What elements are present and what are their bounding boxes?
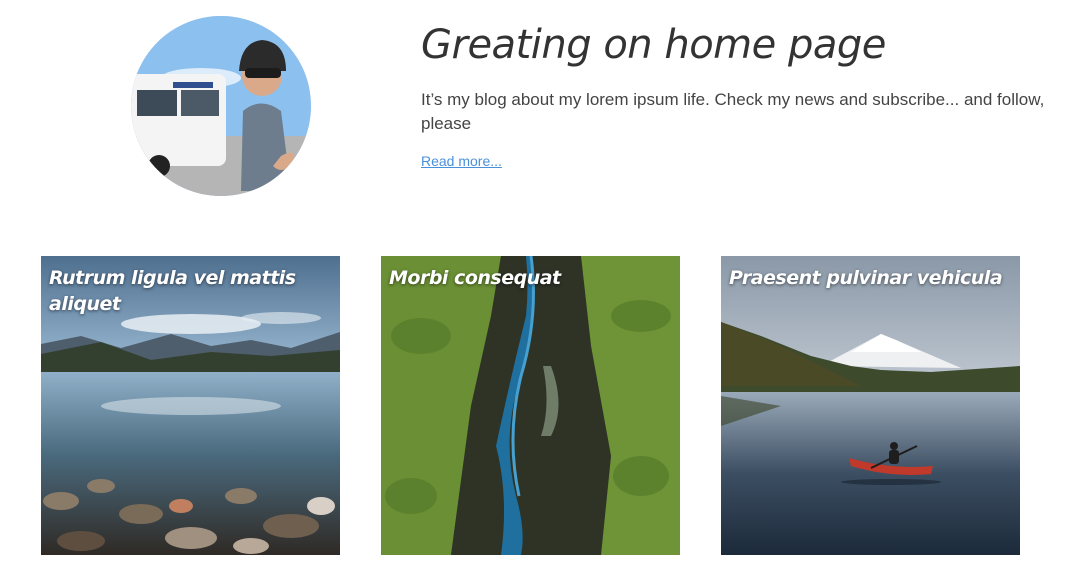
post-card-title: Morbi consequat	[389, 267, 561, 289]
read-more-link[interactable]: Read more...	[421, 153, 502, 169]
canyon-image	[381, 256, 680, 555]
hero-section: Greating on home page It’s my blog about…	[421, 18, 1061, 171]
post-card[interactable]: Praesent pulvinar vehicula	[721, 256, 1020, 555]
hero-description: It’s my blog about my lorem ipsum life. …	[421, 90, 1045, 133]
post-card-title: Praesent pulvinar vehicula	[729, 267, 1003, 289]
post-card-title: Rutrum ligula vel mattis aliquet	[49, 267, 296, 315]
post-card[interactable]: Morbi consequat	[381, 256, 680, 555]
avatar-photo	[131, 16, 311, 196]
kayak-lake-image	[721, 256, 1020, 555]
author-avatar	[131, 16, 311, 196]
post-card[interactable]: Rutrum ligula vel mattis aliquet	[41, 256, 340, 555]
page-title: Greating on home page	[421, 22, 886, 68]
